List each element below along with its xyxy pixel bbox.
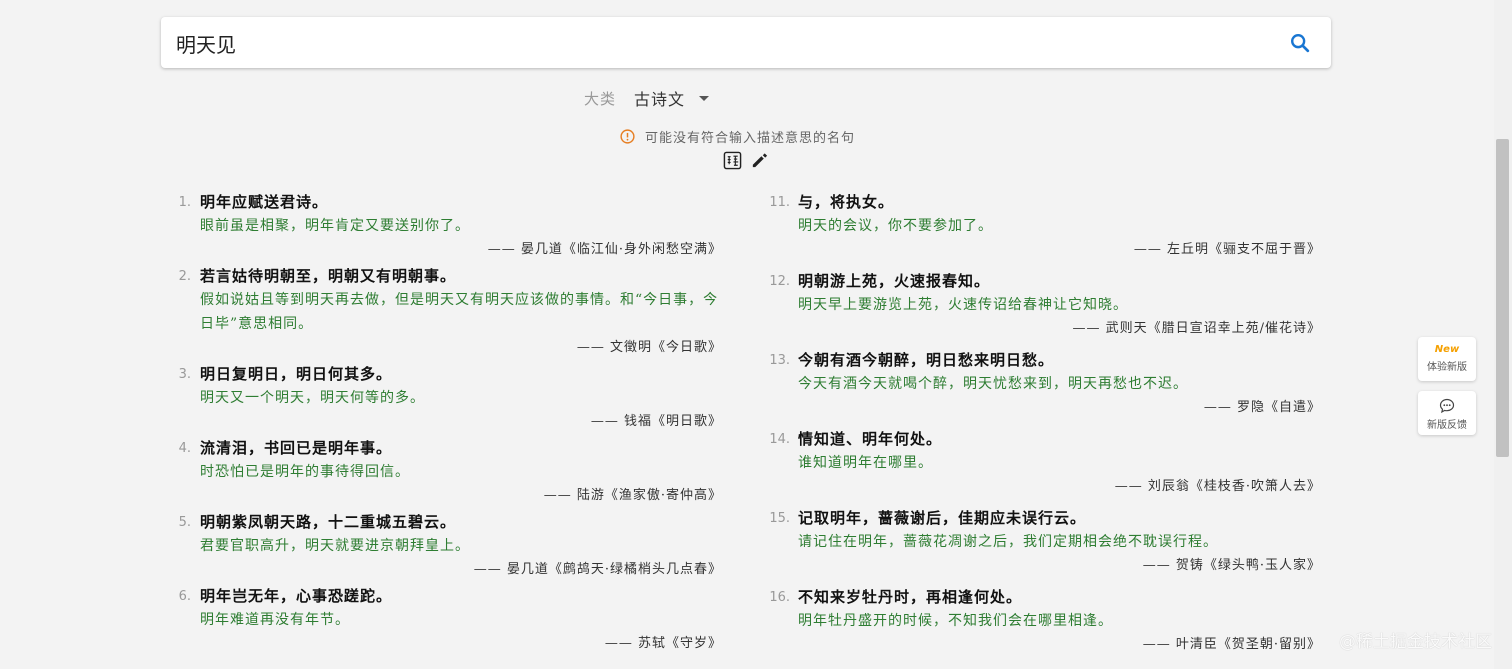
category-value[interactable]: 古诗文 [634, 86, 685, 110]
source: —— 晏几道《临江仙·身外闲愁空满》 [487, 242, 722, 257]
source: —— 叶清臣《贺圣朝·留别》 [1142, 637, 1321, 652]
item-index: 16. [769, 590, 790, 605]
list-item: 13. 今朝有酒今朝醉，明日愁来明日愁。 今天有酒今天就喝个醉，明天忧愁来到，明… [768, 348, 1321, 420]
item-index: 11. [769, 195, 790, 210]
list-item: 15. 记取明年，蔷薇谢后，佳期应未误行云。 请记住在明年，蔷薇花凋谢之后，我们… [768, 506, 1321, 578]
source: —— 罗隐《自遣》 [1203, 400, 1321, 415]
item-index: 14. [769, 432, 790, 447]
try-new-label: 体验新版 [1427, 362, 1467, 373]
notice-text: 可能没有符合输入描述意思的名句 [645, 131, 856, 146]
toolbar [723, 151, 769, 170]
chevron-down-icon[interactable] [699, 95, 710, 101]
source: —— 陆游《渔家傲·寄仲高》 [543, 488, 722, 503]
list-item: 3. 明日复明日，明日何其多。 明天又一个明天，明天何等的多。 —— 钱福《明日… [170, 362, 722, 434]
source: —— 苏轼《守岁》 [604, 636, 722, 651]
quote-link[interactable]: 明朝游上苑，火速报春知。 [798, 269, 1321, 293]
translation: 谁知道明年在哪里。 [798, 455, 933, 471]
list-item: 14. 情知道、明年何处。 谁知道明年在哪里。 —— 刘辰翁《桂枝香·吹箫人去》 [768, 427, 1321, 499]
list-item: 2. 若言姑待明朝至，明朝又有明朝事。 假如说姑且等到明天再去做，但是明天又有明… [170, 264, 722, 360]
translation: 今天有酒今天就喝个醉，明天忧愁来到，明天再愁也不迟。 [798, 376, 1188, 392]
translation: 明年难道再没有年节。 [200, 612, 350, 628]
quote-link[interactable]: 明日复明日，明日何其多。 [200, 362, 722, 386]
edit-button[interactable] [750, 151, 769, 170]
pencil-icon [752, 153, 768, 168]
quote-link[interactable]: 若言姑待明朝至，明朝又有明朝事。 [200, 264, 722, 288]
item-index: 2. [178, 269, 191, 284]
quote-link[interactable]: 明年应赋送君诗。 [200, 190, 722, 214]
translation: 假如说姑且等到明天再去做，但是明天又有明天应该做的事情。和“今日事，今日毕”意思… [200, 292, 719, 332]
quote-link[interactable]: 今朝有酒今朝醉，明日愁来明日愁。 [798, 348, 1321, 372]
try-new-version-button[interactable]: New 体验新版 [1418, 337, 1476, 381]
quote-link[interactable]: 情知道、明年何处。 [798, 427, 1321, 451]
category-label: 大类 [584, 89, 617, 108]
new-badge: New [1434, 344, 1460, 355]
item-index: 1. [178, 195, 191, 210]
search-icon[interactable] [1289, 32, 1311, 54]
item-index: 3. [178, 367, 191, 382]
search-bar[interactable]: 明天见 [161, 17, 1331, 68]
list-item: 12. 明朝游上苑，火速报春知。 明天早上要游览上苑，火速传诏给春神让它知晓。 … [768, 269, 1321, 341]
watermark: @稀土掘金技术社区 [1339, 632, 1492, 652]
quote-link[interactable]: 明朝紫凤朝天路，十二重城五碧云。 [200, 510, 722, 534]
translation: 请记住在明年，蔷薇花凋谢之后，我们定期相会绝不耽误行程。 [798, 534, 1218, 550]
source: —— 左丘明《骊支不屈于晋》 [1133, 242, 1321, 257]
translation: 明天早上要游览上苑，火速传诏给春神让它知晓。 [798, 297, 1128, 313]
list-item: 11. 与，将执女。 明天的会议，你不要参加了。 —— 左丘明《骊支不屈于晋》 [768, 190, 1321, 262]
list-item: 5. 明朝紫凤朝天路，十二重城五碧云。 君要官职高升，明天就要进京朝拜皇上。 —… [170, 510, 722, 582]
item-index: 5. [178, 515, 191, 530]
warning-icon [620, 129, 635, 144]
translation: 眼前虽是相聚，明年肯定又要送别你了。 [200, 218, 470, 234]
item-index: 6. [178, 589, 191, 604]
feedback-button[interactable]: 新版反馈 [1418, 391, 1476, 435]
quote-link[interactable]: 流清泪，书回已是明年事。 [200, 436, 722, 460]
list-item: 16. 不知来岁牡丹时，再相逢何处。 明年牡丹盛开的时候，不知我们会在哪里相逢。… [768, 585, 1321, 657]
source: —— 贺铸《绿头鸭·玉人家》 [1142, 558, 1321, 573]
list-item: 4. 流清泪，书回已是明年事。 时恐怕已是明年的事待得回信。 —— 陆游《渔家傲… [170, 436, 722, 508]
translation: 明年牡丹盛开的时候，不知我们会在哪里相逢。 [798, 613, 1113, 629]
results-right: 11. 与，将执女。 明天的会议，你不要参加了。 —— 左丘明《骊支不屈于晋》 … [768, 190, 1321, 657]
item-index: 13. [769, 353, 790, 368]
quote-link[interactable]: 不知来岁牡丹时，再相逢何处。 [798, 585, 1321, 609]
scrollbar-thumb[interactable] [1496, 139, 1509, 457]
source: —— 武则天《腊日宣诏幸上苑/催花诗》 [1072, 321, 1321, 336]
item-index: 12. [769, 274, 790, 289]
source: —— 刘辰翁《桂枝香·吹箫人去》 [1114, 479, 1321, 494]
translation: 君要官职高升，明天就要进京朝拜皇上。 [200, 538, 470, 554]
quote-link[interactable]: 明年岂无年，心事恐蹉跎。 [200, 584, 722, 608]
translation: 明天的会议，你不要参加了。 [798, 218, 993, 234]
list-item: 6. 明年岂无年，心事恐蹉跎。 明年难道再没有年节。 —— 苏轼《守岁》 [170, 584, 722, 656]
results-left: 1. 明年应赋送君诗。 眼前虽是相聚，明年肯定又要送别你了。 —— 晏几道《临江… [170, 190, 722, 656]
translate-button[interactable] [723, 151, 742, 170]
scrollbar[interactable] [1494, 0, 1512, 669]
source: —— 文徵明《今日歌》 [576, 340, 722, 355]
quote-link[interactable]: 与，将执女。 [798, 190, 1321, 214]
chat-icon [1439, 398, 1455, 414]
source: —— 钱福《明日歌》 [590, 414, 722, 429]
translation: 时恐怕已是明年的事待得回信。 [200, 464, 410, 480]
list-item: 1. 明年应赋送君诗。 眼前虽是相聚，明年肯定又要送别你了。 —— 晏几道《临江… [170, 190, 722, 262]
item-index: 15. [769, 511, 790, 526]
translate-icon [723, 151, 742, 170]
notice: 可能没有符合输入描述意思的名句 [620, 127, 855, 146]
translation: 明天又一个明天，明天何等的多。 [200, 390, 425, 406]
item-index: 4. [178, 441, 191, 456]
feedback-label: 新版反馈 [1427, 420, 1467, 431]
search-input[interactable]: 明天见 [176, 29, 236, 58]
source: —— 晏几道《鹧鸪天·绿橘梢头几点春》 [473, 562, 722, 577]
category-selector: 大类 古诗文 [584, 86, 710, 110]
quote-link[interactable]: 记取明年，蔷薇谢后，佳期应未误行云。 [798, 506, 1321, 530]
